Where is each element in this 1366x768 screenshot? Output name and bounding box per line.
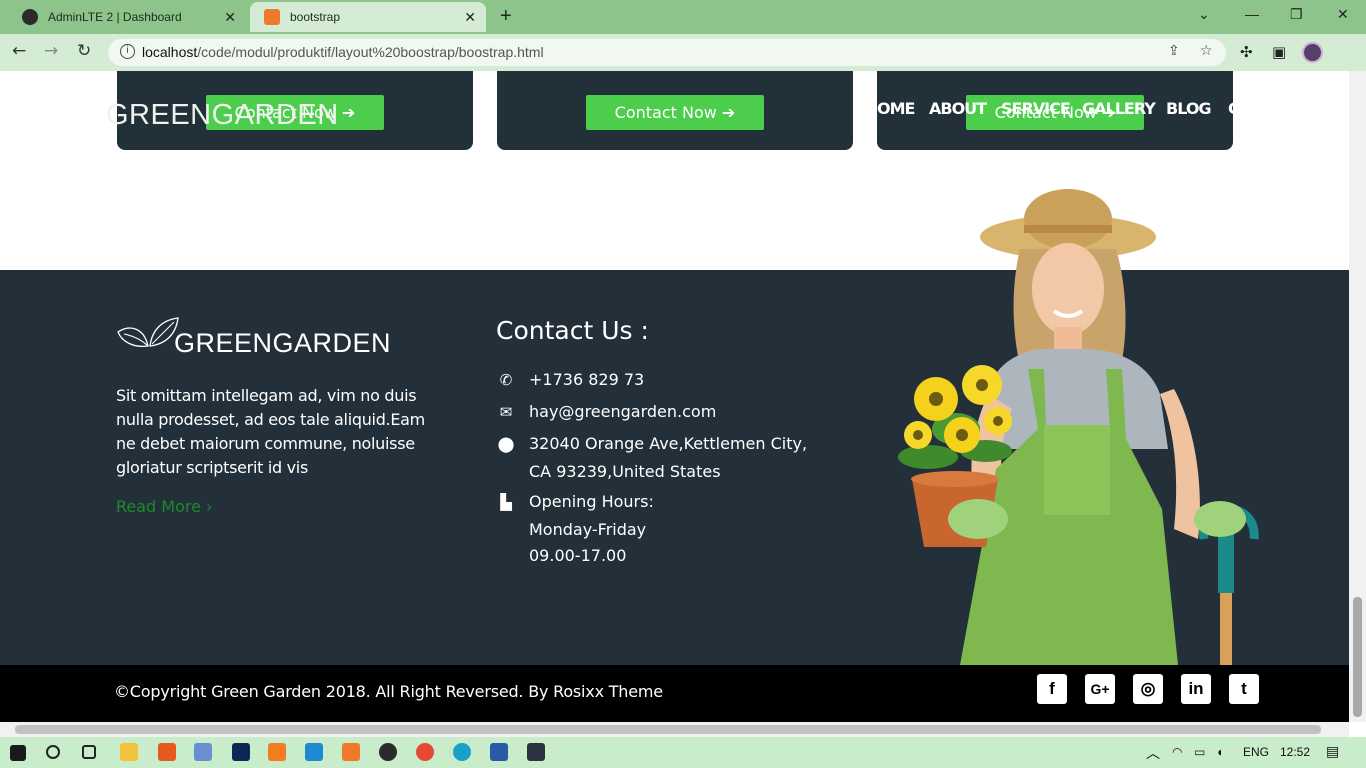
copyright-bar: ©Copyright Green Garden 2018. All Right … [0, 665, 1349, 722]
nav-home[interactable]: OME [877, 99, 915, 118]
extensions-icon[interactable]: ✣ [1240, 43, 1253, 61]
tab-title: bootstrap [290, 10, 341, 24]
vscode-icon[interactable] [305, 743, 323, 761]
vertical-scrollbar[interactable] [1349, 71, 1366, 722]
close-tab-icon[interactable]: ✕ [224, 9, 236, 26]
toolbar: ← → ↻ i localhost/code/modul/produktif/l… [0, 34, 1366, 71]
tab-adminlte[interactable]: AdminLTE 2 | Dashboard ✕ [8, 2, 246, 32]
contact-now-button[interactable]: Contact Now ➔ [586, 95, 764, 130]
nav-blog[interactable]: BLOG [1166, 99, 1212, 118]
twitter-icon[interactable]: t [1229, 674, 1259, 704]
nav-gallery[interactable]: GALLERY [1082, 99, 1156, 118]
map-marker-icon: ⬤ [497, 435, 515, 453]
address-bar[interactable]: i localhost/code/modul/produktif/layout%… [108, 39, 1226, 66]
site-info-icon[interactable]: i [120, 44, 135, 59]
nav-service[interactable]: SERVICE [1001, 99, 1071, 118]
windows-start-icon[interactable] [10, 745, 26, 761]
minimize-button[interactable]: — [1245, 6, 1259, 22]
tab-title: AdminLTE 2 | Dashboard [48, 10, 182, 24]
side-panel-icon[interactable]: ▣ [1272, 43, 1286, 61]
chrome-icon[interactable] [416, 743, 434, 761]
gardener-woman-image [898, 189, 1259, 665]
restore-button[interactable]: ❐ [1290, 6, 1303, 23]
page-viewport: Contact Now ➔ Contact Now ➔ Contact Now … [0, 71, 1349, 722]
sublime-text-icon[interactable] [158, 743, 176, 761]
xampp-icon[interactable] [342, 743, 360, 761]
clock[interactable]: 12:52 [1280, 745, 1310, 759]
app-icon[interactable] [379, 743, 397, 761]
google-plus-icon[interactable]: G+ [1085, 674, 1115, 704]
read-more-link[interactable]: Read More › [116, 497, 212, 516]
office-app-icon[interactable] [268, 743, 286, 761]
share-icon[interactable]: ⇪ [1168, 43, 1180, 59]
chevron-up-icon[interactable]: ︿ [1146, 743, 1160, 763]
phone-icon: ✆ [499, 371, 513, 389]
globe-icon [22, 9, 38, 25]
search-icon[interactable] [46, 745, 60, 759]
scroll-thumb[interactable] [1353, 597, 1362, 717]
envelope-icon: ✉ [499, 403, 513, 421]
navbar-logo[interactable]: GREENGARDEN [106, 99, 339, 132]
windows-taskbar: ︿ ◠ ▭ ◖ ENG 12:52 ▤ [0, 737, 1366, 768]
service-card: Contact Now ➔ [497, 71, 853, 150]
building-icon: ▙ [500, 493, 512, 511]
facebook-icon[interactable]: f [1037, 674, 1067, 704]
volume-icon[interactable]: ◖ [1216, 745, 1223, 759]
instagram-icon[interactable]: ◎ [1133, 674, 1163, 704]
edge-icon[interactable] [453, 743, 471, 761]
file-explorer-icon[interactable] [120, 743, 138, 761]
footer-about-text: Sit omittam intellegam ad, vim no duis n… [116, 386, 425, 477]
notification-icon[interactable]: ▤ [1326, 743, 1339, 760]
xampp-icon [264, 9, 280, 25]
url-text[interactable]: localhost/code/modul/produktif/layout%20… [142, 44, 544, 60]
copyright-text: ©Copyright Green Garden 2018. All Right … [114, 682, 663, 701]
battery-icon[interactable]: ▭ [1194, 745, 1205, 759]
photos-icon[interactable] [527, 743, 545, 761]
footer-logo[interactable]: GREENGARDEN [116, 316, 391, 360]
footer-logo-text: GREENGARDEN [174, 328, 392, 358]
horizontal-scrollbar[interactable] [0, 722, 1349, 737]
keyboard-app-icon[interactable] [194, 743, 212, 761]
profile-avatar[interactable] [1302, 42, 1323, 63]
nav-about[interactable]: ABOUT [929, 99, 987, 118]
tab-search-icon[interactable]: ⌄ [1198, 6, 1210, 23]
new-tab-button[interactable]: + [500, 5, 512, 28]
tab-bootstrap[interactable]: bootstrap ✕ [250, 2, 486, 32]
tab-strip: AdminLTE 2 | Dashboard ✕ bootstrap ✕ + ⌄… [0, 0, 1366, 34]
back-button[interactable]: ← [12, 41, 26, 61]
nav-contact[interactable]: C [1228, 99, 1240, 118]
leaf-logo-icon [117, 317, 179, 348]
photoshop-icon[interactable] [232, 743, 250, 761]
scroll-thumb[interactable] [15, 725, 1321, 734]
language-indicator[interactable]: ENG [1243, 745, 1269, 759]
bookmark-star-icon[interactable]: ☆ [1200, 43, 1213, 59]
close-window-button[interactable]: ✕ [1337, 6, 1349, 23]
task-view-icon[interactable] [82, 745, 96, 759]
reload-button[interactable]: ↻ [77, 41, 91, 61]
contact-title: Contact Us : [496, 316, 649, 345]
wifi-icon[interactable]: ◠ [1172, 745, 1182, 759]
linkedin-icon[interactable]: in [1181, 674, 1211, 704]
forward-button[interactable]: → [44, 41, 58, 61]
close-tab-icon[interactable]: ✕ [464, 9, 476, 26]
word-icon[interactable] [490, 743, 508, 761]
